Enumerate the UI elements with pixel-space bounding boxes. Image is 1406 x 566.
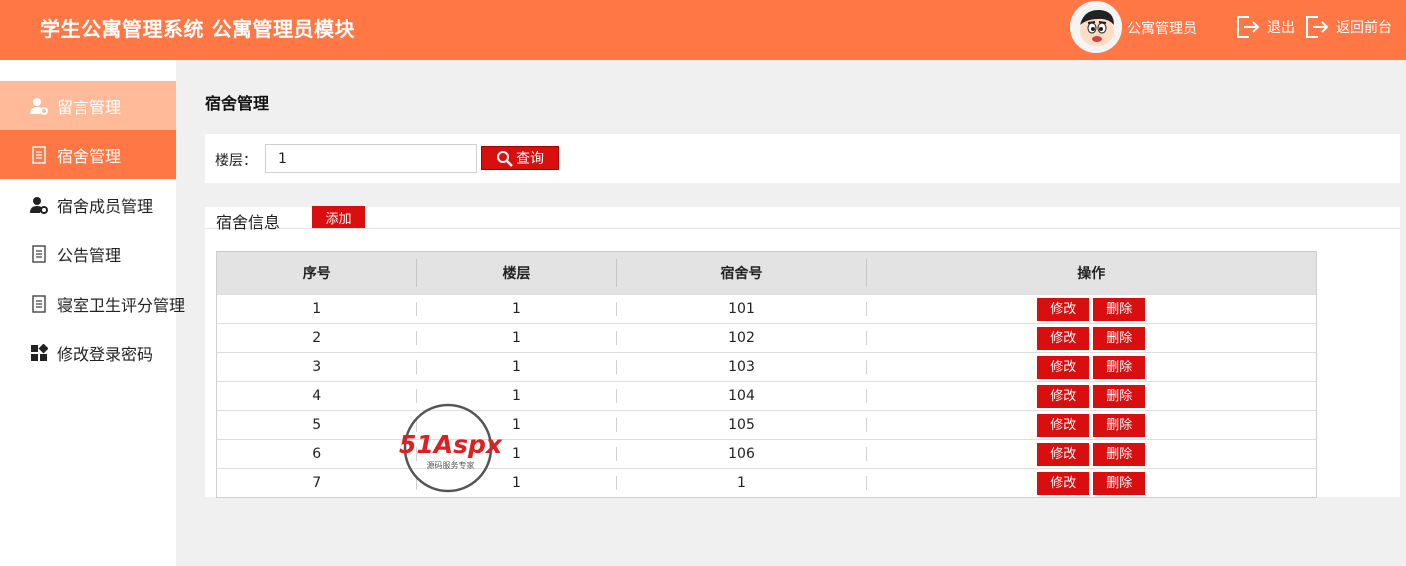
edit-button[interactable]: 修改 xyxy=(1037,355,1090,379)
cartoon-avatar-icon xyxy=(1070,1,1122,53)
document-icon xyxy=(32,145,46,164)
edit-button[interactable]: 修改 xyxy=(1037,297,1090,321)
table-cell: 103 xyxy=(616,352,867,382)
table-cell: 106 xyxy=(616,439,867,469)
table-actions-cell: 修改 删除 xyxy=(866,381,1317,411)
table-actions-cell: 修改 删除 xyxy=(866,468,1317,498)
sidebar-item-change-password[interactable]: 修改登录密码 xyxy=(0,328,176,377)
table-actions-cell: 修改 删除 xyxy=(866,323,1317,353)
divider xyxy=(205,228,1400,229)
edit-button[interactable]: 修改 xyxy=(1037,471,1090,495)
table-cell: 104 xyxy=(616,381,867,411)
dorm-table: 序号 楼层 宿舍号 操作 1 1 101 修改 删除 2 1 102 修改 删除 3 1 103 修改 删除… xyxy=(216,251,1317,498)
table-row: 3 1 103 修改 删除 xyxy=(216,352,1317,382)
table-row: 7 1 1 修改 删除 xyxy=(216,468,1317,498)
table-actions-cell: 修改 删除 xyxy=(866,410,1317,440)
sidebar-item-hygiene-scores[interactable]: 寝室卫生评分管理 xyxy=(0,279,185,328)
table-actions-cell: 修改 删除 xyxy=(866,294,1317,324)
return-frontpage-label: 返回前台 xyxy=(1336,20,1392,36)
app-title: 学生公寓管理系统 公寓管理员模块 xyxy=(40,17,355,41)
document-icon xyxy=(32,294,46,313)
exit-icon xyxy=(1306,16,1329,38)
table-row: 2 1 102 修改 删除 xyxy=(216,323,1317,353)
sidebar-item-label: 宿舍管理 xyxy=(57,146,122,166)
table-cell: 105 xyxy=(616,410,867,440)
table-row: 4 1 104 修改 删除 xyxy=(216,381,1317,411)
search-icon xyxy=(497,150,513,167)
user-gear-icon xyxy=(30,97,48,115)
column-header: 序号 xyxy=(216,251,417,295)
table-cell: 5 xyxy=(216,410,417,440)
top-bar: 学生公寓管理系统 公寓管理员模块 公寓管理员 退出 返回前台 xyxy=(0,0,1406,60)
table-cell: 4 xyxy=(216,381,417,411)
sidebar-item-label: 宿舍成员管理 xyxy=(57,196,154,216)
add-button[interactable]: 添加 xyxy=(312,206,365,228)
table-cell: 1 xyxy=(416,439,617,469)
delete-button[interactable]: 删除 xyxy=(1093,297,1146,321)
logout-button[interactable]: 退出 xyxy=(1235,14,1295,40)
table-actions-cell: 修改 删除 xyxy=(866,352,1317,382)
table-cell: 1 xyxy=(416,294,617,324)
edit-button[interactable]: 修改 xyxy=(1037,442,1090,466)
sidebar-item-label: 寝室卫生评分管理 xyxy=(57,295,186,315)
table-row: 6 1 106 修改 删除 xyxy=(216,439,1317,469)
table-actions-cell: 修改 删除 xyxy=(866,439,1317,469)
sidebar-item-dorm-management[interactable]: 宿舍管理 xyxy=(0,130,176,179)
sidebar-item-dorm-members[interactable]: 宿舍成员管理 xyxy=(0,180,176,229)
logout-label: 退出 xyxy=(1267,20,1295,36)
delete-button[interactable]: 删除 xyxy=(1093,413,1146,437)
sidebar-item-label: 公告管理 xyxy=(57,245,122,265)
table-row: 1 1 101 修改 删除 xyxy=(216,294,1317,324)
sidebar-item-label: 留言管理 xyxy=(57,97,122,117)
table-cell: 1 xyxy=(416,352,617,382)
column-header: 楼层 xyxy=(416,251,617,295)
delete-button[interactable]: 删除 xyxy=(1093,384,1146,408)
table-cell: 6 xyxy=(216,439,417,469)
table-cell: 1 xyxy=(416,410,617,440)
floor-label: 楼层： xyxy=(215,153,257,169)
sidebar-item-announcements[interactable]: 公告管理 xyxy=(0,229,176,278)
table-cell: 2 xyxy=(216,323,417,353)
avatar xyxy=(1070,1,1122,53)
table-cell: 7 xyxy=(216,468,417,498)
return-frontpage-button[interactable]: 返回前台 xyxy=(1304,14,1392,40)
document-icon xyxy=(32,244,46,263)
table-cell: 3 xyxy=(216,352,417,382)
column-header: 宿舍号 xyxy=(616,251,867,295)
edit-button[interactable]: 修改 xyxy=(1037,413,1090,437)
query-label: 查询 xyxy=(516,151,544,167)
search-panel: 楼层： 查询 xyxy=(205,134,1400,183)
page-title: 宿舍管理 xyxy=(205,94,270,113)
grid-icon xyxy=(31,343,48,361)
table-cell: 1 xyxy=(416,468,617,498)
edit-button[interactable]: 修改 xyxy=(1037,326,1090,350)
floor-input[interactable] xyxy=(265,144,477,173)
logout-icon xyxy=(1237,16,1260,38)
table-cell: 1 xyxy=(416,381,617,411)
sidebar-item-label: 修改登录密码 xyxy=(57,344,154,364)
delete-button[interactable]: 删除 xyxy=(1093,326,1146,350)
query-button[interactable]: 查询 xyxy=(481,146,559,170)
table-cell: 101 xyxy=(616,294,867,324)
sidebar-item-messages[interactable]: 留言管理 xyxy=(0,81,176,130)
user-gear-icon xyxy=(30,196,48,214)
delete-button[interactable]: 删除 xyxy=(1093,355,1146,379)
table-cell: 1 xyxy=(216,294,417,324)
table-cell: 1 xyxy=(616,468,867,498)
table-row: 5 1 105 修改 删除 xyxy=(216,410,1317,440)
sidebar: 留言管理 宿舍管理 宿舍成员管理 公告管理 寝室卫生评分管理 修改登录密码 xyxy=(0,60,185,566)
delete-button[interactable]: 删除 xyxy=(1093,442,1146,466)
table-cell: 102 xyxy=(616,323,867,353)
table-header-row: 序号 楼层 宿舍号 操作 xyxy=(216,251,1317,295)
user-name: 公寓管理员 xyxy=(1127,21,1197,37)
table-cell: 1 xyxy=(416,323,617,353)
edit-button[interactable]: 修改 xyxy=(1037,384,1090,408)
dorm-info-title: 宿舍信息 xyxy=(216,213,281,232)
column-header: 操作 xyxy=(866,251,1317,295)
delete-button[interactable]: 删除 xyxy=(1093,471,1146,495)
